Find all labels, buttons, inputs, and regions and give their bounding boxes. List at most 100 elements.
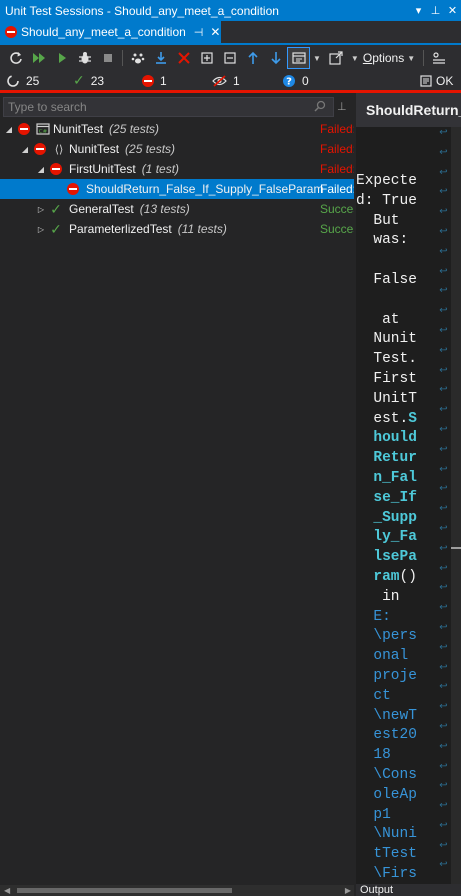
group-by-dropdown-icon[interactable]: ▼ (313, 54, 321, 63)
tree-row-project[interactable]: ◢ C# NunitTest (25 tests) Failed: (0, 119, 354, 139)
expanded-arrow-icon[interactable]: ◢ (36, 165, 46, 174)
vertical-scrollbar[interactable] (451, 127, 461, 887)
ignored-count[interactable]: 1 (212, 74, 282, 88)
window-close-icon[interactable]: ✕ (444, 4, 461, 17)
wrap-glyph-icon: ↩ (439, 641, 448, 653)
paw-icon[interactable] (126, 47, 149, 69)
session-toolbar: ▼ ▼ Options ▼ (0, 45, 461, 71)
ignored-icon (212, 74, 227, 87)
scroll-left-icon[interactable]: ◀ (4, 885, 10, 896)
wrap-glyph-icon: ↩ (439, 423, 448, 435)
tab-session[interactable]: Should_any_meet_a_condition ⊣ ✕ (0, 21, 221, 43)
test-details-pane: ShouldReturn_False_If_Supply_FalseParam … (356, 93, 461, 896)
tree-row-status: Failed: (320, 142, 354, 156)
options-menu[interactable]: Options ▼ (363, 51, 415, 65)
wrap-glyph-icon: ↩ (439, 602, 448, 614)
passed-count[interactable]: ✓ 23 (73, 72, 142, 89)
debug-icon[interactable] (73, 47, 96, 69)
export-icon[interactable] (325, 47, 348, 69)
wrap-glyph-icon: ↩ (439, 186, 448, 198)
search-box[interactable]: Type to search (3, 97, 334, 117)
filter-icon[interactable] (427, 47, 450, 69)
scroll-right-icon[interactable]: ▶ (345, 885, 351, 896)
output-line: But (356, 212, 400, 229)
tree-row-name: ParameterlizedTest (69, 222, 172, 236)
wrap-glyph-icon: ↩ (439, 364, 448, 376)
wrap-glyph-icon: ↩ (439, 245, 448, 257)
horizontal-scrollbar[interactable]: ◀ ▶ (0, 885, 354, 896)
namespace-icon: ⟨⟩ (54, 143, 64, 156)
collapsed-arrow-icon[interactable]: ▷ (36, 225, 46, 234)
tree-row-count: (25 tests) (125, 142, 176, 156)
output-tab[interactable]: Output (356, 884, 461, 896)
ok-count[interactable]: OK (420, 74, 453, 88)
output-line: lsePa (356, 549, 417, 566)
output-line: n_Fal (356, 469, 417, 486)
scrollbar-thumb[interactable] (17, 888, 232, 893)
wrap-glyph-column: ↩ ↩ ↩ ↩ ↩ ↩ ↩ ↩ ↩ ↩ ↩ ↩ ↩ ↩ ↩ ↩ ↩ ↩ ↩ ↩ ↩ ↩ ↩ ↩ ↩ ↩ ↩ ↩ ↩ ↩ ↩ ↩ ↩ ↩ ↩ ↩ ↩ ↩ (436, 127, 451, 887)
collapsed-arrow-icon[interactable]: ▷ (36, 205, 46, 214)
pin-icon[interactable]: ⊥ (337, 100, 347, 113)
wrap-glyph-icon: ↩ (439, 503, 448, 515)
output-line: onal (356, 648, 409, 665)
tab-pin-icon[interactable]: ⊣ (194, 26, 204, 39)
scrollbar-thumb[interactable] (451, 547, 461, 549)
tree-row-status: Success (320, 202, 354, 216)
wrap-glyph-icon: ↩ (439, 621, 448, 633)
unknown-count[interactable]: ? 0 (282, 74, 420, 88)
expand-all-icon[interactable] (195, 47, 218, 69)
tree-row-name: GeneralTest (69, 202, 134, 216)
output-line: ly_Fa (356, 529, 417, 546)
tree-row-class[interactable]: ▷ ✓ GeneralTest (13 tests) Success (0, 199, 354, 219)
tree-row-name: ShouldReturn_False_If_Supply_FalseParam (86, 182, 324, 196)
failed-count[interactable]: 1 (142, 74, 212, 88)
output-line: se_If (356, 489, 417, 506)
stop-icon[interactable] (96, 47, 119, 69)
window-pin-icon[interactable]: ⊥ (427, 4, 444, 17)
output-line: \pers (356, 628, 417, 645)
tree-row-count: (11 tests) (177, 222, 227, 236)
expanded-arrow-icon[interactable]: ◢ (4, 125, 14, 134)
tree-row-count: (25 tests) (109, 122, 160, 136)
wrap-glyph-icon: ↩ (439, 522, 448, 534)
search-input[interactable]: Type to search (8, 100, 313, 114)
collapse-all-icon[interactable] (218, 47, 241, 69)
remove-icon[interactable] (172, 47, 195, 69)
tree-row-class[interactable]: ◢ FirstUnitTest (1 test) Failed: (0, 159, 354, 179)
output-line: UnitT (356, 390, 417, 407)
output-line: _Supp (356, 509, 417, 526)
refresh-icon[interactable] (4, 47, 27, 69)
toolbar-separator (122, 50, 123, 66)
passed-icon: ✓ (73, 72, 85, 88)
group-by-icon[interactable] (287, 47, 310, 69)
previous-failed-icon[interactable] (241, 47, 264, 69)
import-icon[interactable] (149, 47, 172, 69)
wrap-glyph-icon: ↩ (439, 483, 448, 495)
failed-count-value: 1 (160, 73, 167, 88)
wrap-glyph-icon: ↩ (439, 661, 448, 673)
window-dropdown-icon[interactable]: ▾ (410, 4, 427, 17)
export-dropdown-icon[interactable]: ▼ (351, 54, 359, 63)
tab-close-icon[interactable]: ✕ (210, 25, 220, 39)
tree-row-test[interactable]: ShouldReturn_False_If_Supply_FalseParam … (0, 179, 354, 199)
test-output: Expecte d: True But was: False at Nunit T… (356, 172, 417, 885)
tree-row-namespace[interactable]: ◢ ⟨⟩ NunitTest (25 tests) Failed: (0, 139, 354, 159)
run-icon[interactable] (50, 47, 73, 69)
total-count[interactable]: 25 (6, 74, 73, 88)
output-line: \Cons (356, 766, 417, 783)
unknown-icon: ? (283, 74, 295, 87)
options-label: ptions (372, 51, 405, 65)
wrap-glyph-icon: ↩ (439, 463, 448, 475)
wrap-glyph-icon: ↩ (439, 265, 448, 277)
output-line: d: True (356, 192, 417, 209)
run-all-icon[interactable] (27, 47, 50, 69)
expanded-arrow-icon[interactable]: ◢ (20, 145, 30, 154)
tree-row-class[interactable]: ▷ ✓ ParameterlizedTest (11 tests) Succes… (0, 219, 354, 239)
next-failed-icon[interactable] (264, 47, 287, 69)
failed-icon (142, 74, 154, 87)
passed-icon: ✓ (50, 200, 62, 217)
svg-text:C#: C# (39, 129, 48, 135)
test-counts-bar: 25 ✓ 23 1 1 ? 0 OK (0, 71, 461, 90)
options-underline: O (362, 51, 373, 65)
toolbar-separator (423, 50, 425, 66)
